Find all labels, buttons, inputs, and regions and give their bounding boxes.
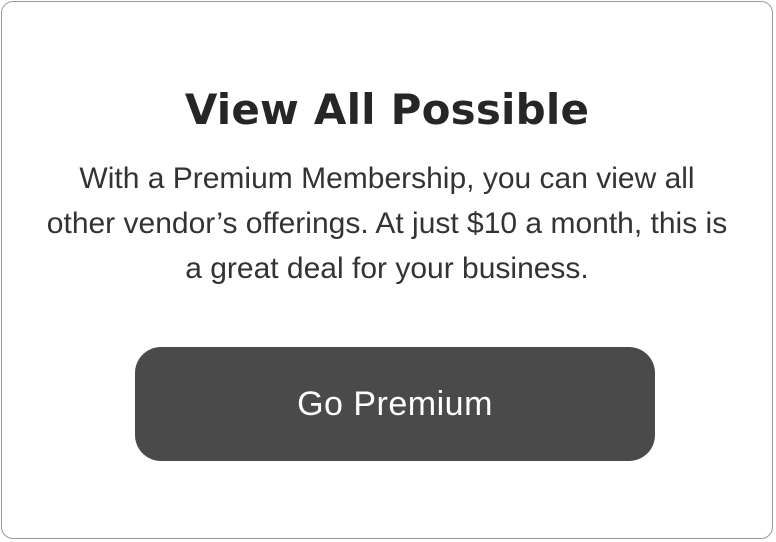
premium-upsell-card: View All Possible With a Premium Members…: [1, 1, 773, 539]
card-title: View All Possible: [184, 85, 590, 134]
go-premium-button[interactable]: Go Premium: [135, 347, 655, 461]
card-description: With a Premium Membership, you can view …: [46, 162, 728, 285]
